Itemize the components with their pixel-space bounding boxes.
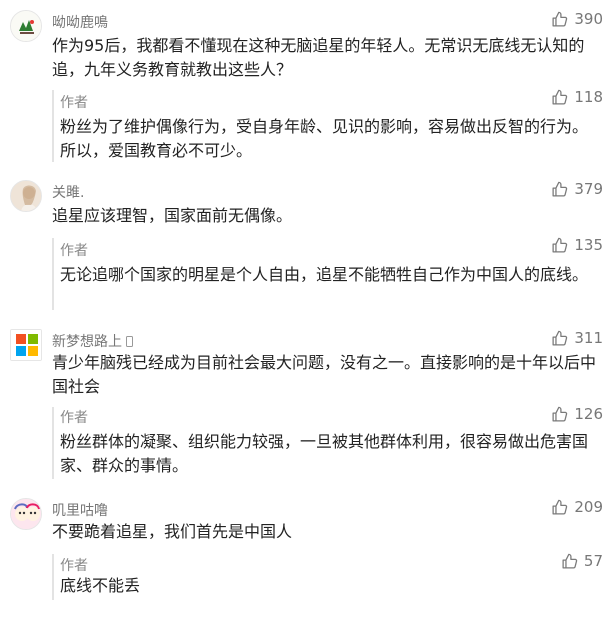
comment-username[interactable]: 呦呦鹿鳴	[52, 12, 108, 32]
reply-like-count: 135	[574, 236, 603, 254]
thumbs-up-icon	[552, 89, 568, 105]
thumbs-up-icon	[552, 499, 568, 515]
avatar[interactable]	[10, 329, 42, 361]
thumbs-up-icon	[552, 181, 568, 197]
author-reply: 作者 135 无论追哪个国家的明星是个人自由，追星不能牺牲自己作为中国人的底线。	[52, 236, 605, 310]
comment-text: 青少年脑残已经成为目前社会最大问题，没有之一。直接影响的是十年以后中国社会	[52, 353, 597, 396]
like-button[interactable]: 379	[551, 180, 603, 198]
avatar[interactable]	[10, 180, 42, 212]
like-button[interactable]: 390	[551, 10, 603, 28]
comment-username[interactable]: 关雎.	[52, 182, 84, 202]
comment-item: 关雎. 379 追星应该理智，国家面前无偶像。 作者 135 无论追哪个国家的明…	[0, 180, 615, 310]
thumbs-up-icon	[552, 237, 568, 253]
comment-item: 呦呦鹿鳴 390 作为95后，我都看不懂现在这种无脑追星的年轻人。无常识无底线无…	[0, 10, 615, 162]
reply-text: 粉丝为了维护偶像行为，受自身年龄、见识的影响，容易做出反智的行为。所以，爱国教育…	[60, 117, 589, 160]
reply-text: 粉丝群体的凝聚、组织能力较强，一旦被其他群体利用，很容易做出危害国家、群众的事情…	[60, 432, 589, 475]
reply-like-button[interactable]: 126	[551, 405, 603, 423]
comment-text: 追星应该理智，国家面前无偶像。	[52, 206, 293, 225]
avatar[interactable]	[10, 10, 42, 42]
comment-text: 不要跪着追星，我们首先是中国人	[52, 522, 293, 541]
like-count: 379	[574, 180, 603, 198]
reply-like-count: 118	[574, 88, 603, 106]
reply-author: 作者	[60, 558, 88, 574]
reply-like-button[interactable]: 57	[561, 552, 603, 570]
author-reply: 作者 57 底线不能丢	[52, 552, 605, 600]
like-count: 390	[574, 10, 603, 28]
reply-author: 作者	[60, 95, 88, 111]
like-button[interactable]: 311	[551, 329, 603, 347]
reply-like-button[interactable]: 118	[551, 88, 603, 106]
reply-like-count: 57	[583, 552, 603, 570]
comment-username[interactable]: 新梦想路上	[52, 331, 133, 351]
reply-author: 作者	[60, 410, 88, 426]
reply-text: 底线不能丢	[60, 576, 141, 595]
thumbs-up-icon	[562, 553, 578, 569]
username-text: 新梦想路上	[52, 334, 122, 350]
thumbs-up-icon	[552, 11, 568, 27]
comment-text: 作为95后，我都看不懂现在这种无脑追星的年轻人。无常识无底线无认知的追，九年义务…	[52, 36, 585, 79]
thumbs-up-icon	[552, 330, 568, 346]
like-button[interactable]: 209	[551, 498, 603, 516]
reply-like-button[interactable]: 135	[551, 236, 603, 254]
avatar[interactable]	[10, 498, 42, 530]
thumbs-up-icon	[552, 406, 568, 422]
author-reply: 作者 118 粉丝为了维护偶像行为，受自身年龄、见识的影响，容易做出反智的行为。…	[52, 88, 605, 162]
reply-author: 作者	[60, 243, 88, 259]
comment-item: 叽里咕噜 209 不要跪着追星，我们首先是中国人 作者 57 底线不能丢	[0, 498, 615, 613]
like-count: 209	[574, 498, 603, 516]
author-reply: 作者 126 粉丝群体的凝聚、组织能力较强，一旦被其他群体利用，很容易做出危害国…	[52, 405, 605, 479]
reply-text: 无论追哪个国家的明星是个人自由，追星不能牺牲自己作为中国人的底线。	[60, 265, 589, 284]
like-count: 311	[574, 329, 603, 347]
comment-item: 新梦想路上 311 青少年脑残已经成为目前社会最大问题，没有之一。直接影响的是十…	[0, 329, 615, 479]
reply-like-count: 126	[574, 405, 603, 423]
comment-username[interactable]: 叽里咕噜	[52, 500, 108, 520]
phone-icon	[126, 336, 133, 347]
